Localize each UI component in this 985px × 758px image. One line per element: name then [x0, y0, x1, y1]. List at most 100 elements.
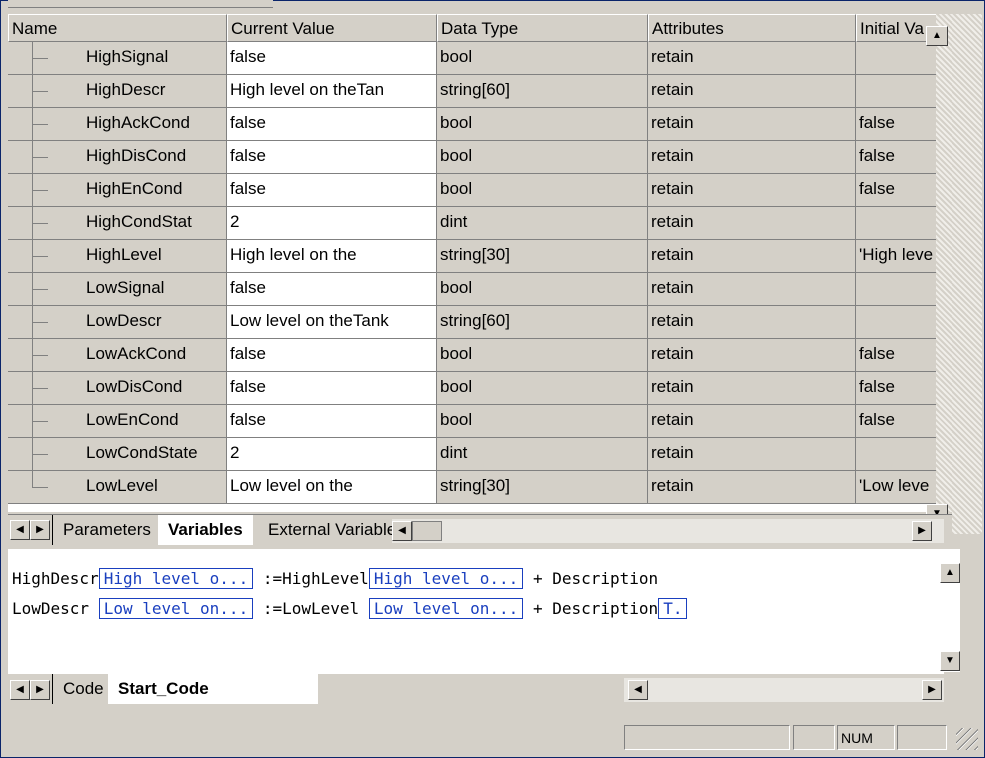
cell-attr[interactable]: retain	[648, 372, 856, 405]
cell-value[interactable]: false	[227, 372, 437, 405]
cell-attr[interactable]: retain	[648, 306, 856, 339]
code-hscroll[interactable]: ◀ ▶	[624, 678, 944, 702]
tab-parameters[interactable]: Parameters	[52, 515, 161, 545]
tree-name-cell[interactable]: LowDescr	[8, 306, 227, 339]
column-header[interactable]: Data Type	[437, 14, 648, 42]
tab-code[interactable]: Code	[52, 674, 114, 704]
cell-value[interactable]: false	[227, 273, 437, 306]
cell-attr[interactable]: retain	[648, 141, 856, 174]
cell-value[interactable]: false	[227, 108, 437, 141]
tree-name-cell[interactable]: LowDisCond	[8, 372, 227, 405]
tab-scroll-left[interactable]: ◀	[10, 680, 30, 700]
code-vertical-scrollbar[interactable]: ▲ ▼	[940, 549, 960, 672]
cell-value[interactable]: High level on theTan	[227, 75, 437, 108]
table-vertical-scrollbar[interactable]: ▲ ▼	[926, 14, 952, 524]
variables-table[interactable]: Name Current Value Data Type Attributes Init…	[8, 14, 952, 512]
tree-name-cell[interactable]: LowEnCond	[8, 405, 227, 438]
cell-attr[interactable]: retain	[648, 339, 856, 372]
cell-attr[interactable]: retain	[648, 438, 856, 471]
cell-value[interactable]: false	[227, 405, 437, 438]
cell-value[interactable]: 2	[227, 207, 437, 240]
cell-type[interactable]: bool	[437, 405, 648, 438]
column-header[interactable]: Attributes	[648, 14, 856, 42]
value-box[interactable]: Low level on...	[98, 598, 254, 619]
table-row[interactable]: LowEnCond false bool retain false	[8, 405, 952, 438]
cell-type[interactable]: bool	[437, 42, 648, 75]
table-row[interactable]: LowAckCond false bool retain false	[8, 339, 952, 372]
tab-scroll-left[interactable]: ◀	[10, 520, 30, 540]
table-row[interactable]: HighLevel High level on the string[30] reta…	[8, 240, 952, 273]
table-row[interactable]: HighSignal false bool retain	[8, 42, 952, 75]
tree-name-cell[interactable]: HighLevel	[8, 240, 227, 273]
tab-scroll-right[interactable]: ▶	[30, 680, 50, 700]
table-row[interactable]: HighCondStat 2 dint retain	[8, 207, 952, 240]
table-row[interactable]: LowDescr Low level on theTank string[60] re…	[8, 306, 952, 339]
tab-scroll-right[interactable]: ▶	[30, 520, 50, 540]
table-row[interactable]: LowSignal false bool retain	[8, 273, 952, 306]
cell-type[interactable]: string[60]	[437, 75, 648, 108]
cell-type[interactable]: bool	[437, 141, 648, 174]
cell-attr[interactable]: retain	[648, 240, 856, 273]
cell-attr[interactable]: retain	[648, 207, 856, 240]
tab-variables[interactable]: Variables	[158, 515, 253, 545]
hscroll-thumb[interactable]	[412, 521, 442, 541]
cell-attr[interactable]: retain	[648, 471, 856, 504]
cell-attr[interactable]: retain	[648, 75, 856, 108]
cell-value[interactable]: false	[227, 174, 437, 207]
cell-type[interactable]: string[60]	[437, 306, 648, 339]
tree-name-cell[interactable]: LowSignal	[8, 273, 227, 306]
cell-value[interactable]: Low level on the	[227, 471, 437, 504]
cell-type[interactable]: string[30]	[437, 240, 648, 273]
cell-type[interactable]: string[30]	[437, 471, 648, 504]
cell-value[interactable]: false	[227, 141, 437, 174]
cell-value[interactable]: false	[227, 339, 437, 372]
tree-name-cell[interactable]: LowLevel	[8, 471, 227, 504]
value-box[interactable]: Low level on...	[368, 598, 524, 619]
code-scroll-up[interactable]: ▲	[940, 563, 960, 583]
cell-type[interactable]: dint	[437, 207, 648, 240]
cell-value[interactable]: High level on the	[227, 240, 437, 273]
tree-name-cell[interactable]: LowAckCond	[8, 339, 227, 372]
tree-name-cell[interactable]: LowCondState	[8, 438, 227, 471]
hscroll-left-button[interactable]: ◀	[392, 521, 412, 541]
value-box[interactable]: T.	[658, 598, 688, 619]
tree-name-cell[interactable]: HighAckCond	[8, 108, 227, 141]
scroll-up-button[interactable]: ▲	[926, 26, 948, 46]
table-row[interactable]: HighAckCond false bool retain false	[8, 108, 952, 141]
cell-value[interactable]: 2	[227, 438, 437, 471]
cell-type[interactable]: bool	[437, 108, 648, 141]
tree-name-cell[interactable]: HighEnCond	[8, 174, 227, 207]
cell-type[interactable]: bool	[437, 273, 648, 306]
value-box[interactable]: High level o...	[98, 568, 254, 589]
cell-type[interactable]: bool	[437, 339, 648, 372]
table-row[interactable]: HighDescr High level on theTan string[60] r…	[8, 75, 952, 108]
hscroll-right-button[interactable]: ▶	[912, 521, 932, 541]
cell-type[interactable]: bool	[437, 174, 648, 207]
hscroll-right-button[interactable]: ▶	[922, 680, 942, 700]
cell-attr[interactable]: retain	[648, 405, 856, 438]
cell-type[interactable]: dint	[437, 438, 648, 471]
table-row[interactable]: LowCondState 2 dint retain	[8, 438, 952, 471]
table-row[interactable]: HighEnCond false bool retain false	[8, 174, 952, 207]
tree-name-cell[interactable]: HighDescr	[8, 75, 227, 108]
column-header[interactable]: Current Value	[227, 14, 437, 42]
code-editor[interactable]: HighDescr High level o... :=HighLevel High…	[8, 549, 944, 674]
tree-name-cell[interactable]: HighCondStat	[8, 207, 227, 240]
table-row[interactable]: HighDisCond false bool retain false	[8, 141, 952, 174]
cell-attr[interactable]: retain	[648, 108, 856, 141]
cell-attr[interactable]: retain	[648, 174, 856, 207]
column-header[interactable]: Name	[8, 14, 227, 42]
tabbar-hscroll[interactable]: ◀ ▶	[392, 519, 944, 543]
cell-value[interactable]: Low level on theTank	[227, 306, 437, 339]
code-scroll-down[interactable]: ▼	[940, 651, 960, 671]
cell-attr[interactable]: retain	[648, 42, 856, 75]
table-row[interactable]: LowDisCond false bool retain false	[8, 372, 952, 405]
cell-type[interactable]: bool	[437, 372, 648, 405]
tree-name-cell[interactable]: HighSignal	[8, 42, 227, 75]
tree-name-cell[interactable]: HighDisCond	[8, 141, 227, 174]
cell-value[interactable]: false	[227, 42, 437, 75]
resize-grip-icon[interactable]	[956, 728, 978, 750]
cell-attr[interactable]: retain	[648, 273, 856, 306]
value-box[interactable]: High level o...	[368, 568, 524, 589]
table-row[interactable]: LowLevel Low level on the string[30] retain…	[8, 471, 952, 504]
